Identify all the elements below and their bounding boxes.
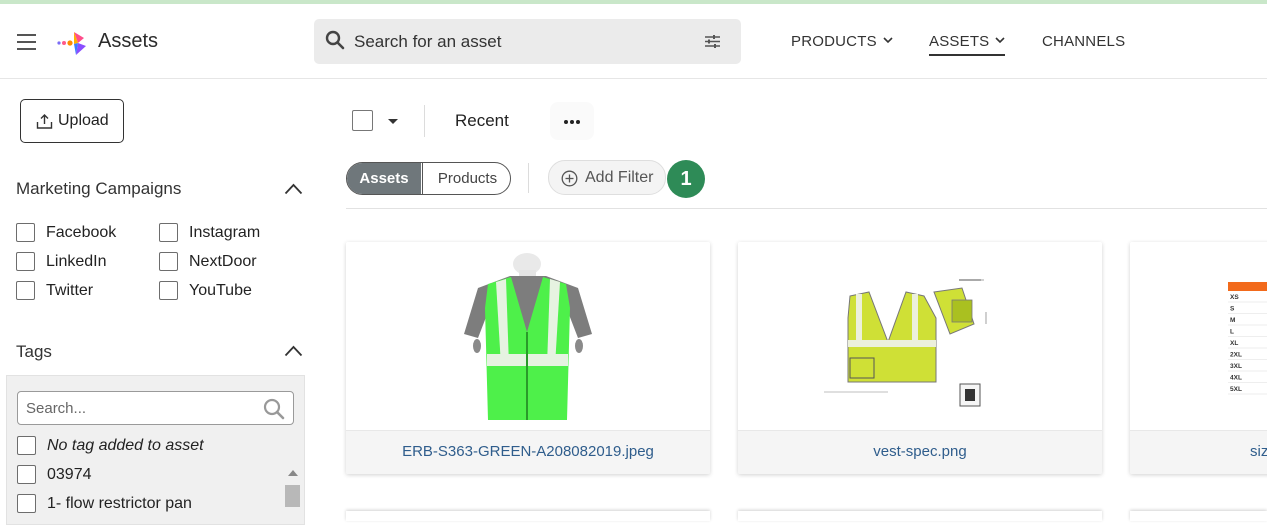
tag-search-input[interactable]: Search... [26, 400, 86, 417]
safety-vest-image [464, 253, 592, 420]
search-icon [263, 398, 285, 420]
checkbox[interactable] [159, 223, 178, 242]
nav-channels[interactable]: CHANNELS [1042, 33, 1125, 50]
view-toggle: Assets Products [346, 162, 511, 195]
tag-item[interactable]: No tag added to asset [17, 436, 204, 456]
campaign-label: Instagram [189, 224, 261, 241]
campaign-instagram[interactable]: Instagram [159, 223, 260, 243]
asset-card-next-row[interactable] [738, 511, 1102, 521]
asset-filename[interactable]: siz [1130, 430, 1267, 474]
size-label: XS [1230, 294, 1239, 301]
more-options-button[interactable] [550, 102, 594, 140]
size-label: S [1230, 306, 1235, 313]
checkbox[interactable] [16, 252, 35, 271]
tag-label: No tag added to asset [47, 437, 204, 454]
tags-scrollbar[interactable] [284, 465, 301, 517]
tag-search-field[interactable]: Search... [17, 391, 294, 425]
checkbox[interactable] [17, 465, 36, 484]
step-badge: 1 [667, 160, 705, 198]
checkbox[interactable] [159, 252, 178, 271]
nav-assets-label: ASSETS [929, 33, 990, 50]
plus-circle-icon [561, 170, 578, 187]
search-bar[interactable]: Search for an asset [314, 19, 741, 64]
toolbar-divider [528, 163, 529, 193]
dot [576, 120, 580, 124]
campaign-label: NextDoor [189, 253, 257, 270]
asset-thumbnail [346, 242, 710, 430]
upload-label: Upload [58, 112, 109, 129]
scroll-thumb[interactable] [285, 485, 300, 507]
filter-sliders-icon[interactable] [704, 33, 721, 50]
asset-card-next-row[interactable] [1130, 511, 1267, 521]
add-filter-label: Add Filter [585, 169, 654, 186]
campaign-youtube[interactable]: YouTube [159, 281, 252, 301]
nav-products-label: PRODUCTS [791, 33, 877, 50]
search-input[interactable]: Search for an asset [354, 32, 501, 52]
checkbox[interactable] [16, 281, 35, 300]
nav-channels-label: CHANNELS [1042, 33, 1126, 50]
checkbox[interactable] [17, 436, 36, 455]
checkbox[interactable] [16, 223, 35, 242]
tag-label: 1- flow restrictor pan [47, 495, 192, 512]
app-logo-icon [57, 32, 86, 55]
app-header: Assets Search for an asset PRODUCTS ASSE… [0, 4, 1267, 79]
campaign-nextdoor[interactable]: NextDoor [159, 252, 257, 272]
campaign-facebook[interactable]: Facebook [16, 223, 116, 243]
select-dropdown-caret-icon[interactable] [388, 119, 398, 124]
search-icon [325, 30, 345, 50]
campaign-label: LinkedIn [46, 253, 107, 270]
size-label: 2XL [1230, 352, 1242, 359]
campaign-label: Facebook [46, 224, 117, 241]
dot [570, 120, 574, 124]
asset-filename[interactable]: vest-spec.png [738, 430, 1102, 474]
campaign-linkedin[interactable]: LinkedIn [16, 252, 107, 272]
asset-card[interactable]: ERB-S363-GREEN-A208082019.jpeg [346, 242, 710, 474]
size-label: XL [1230, 340, 1238, 347]
upload-icon [36, 114, 53, 129]
tag-item[interactable]: 03974 [17, 465, 92, 485]
nav-assets[interactable]: ASSETS [929, 33, 1006, 56]
select-all-checkbox[interactable] [352, 110, 373, 131]
tag-label: 03974 [47, 466, 92, 483]
chevron-down-icon [883, 37, 893, 44]
dot [564, 120, 568, 124]
checkbox[interactable] [159, 281, 178, 300]
toolbar-separator [346, 208, 1267, 209]
marketing-campaigns-title: Marketing Campaigns [16, 179, 182, 198]
app-title: Assets [98, 30, 159, 52]
asset-card-next-row[interactable] [346, 511, 710, 521]
size-label: 4XL [1230, 375, 1242, 382]
checkbox[interactable] [17, 494, 36, 513]
asset-thumbnail: XS S M L XL 2XL 3XL 4XL 5XL [1130, 242, 1267, 430]
tags-title: Tags [16, 342, 52, 361]
toggle-products[interactable]: Products [422, 163, 510, 194]
chevron-up-icon[interactable] [284, 345, 303, 357]
vest-spec-image [824, 279, 987, 407]
menu-icon[interactable] [17, 34, 36, 50]
size-label: 5XL [1230, 386, 1242, 393]
toggle-assets[interactable]: Assets [347, 163, 421, 194]
tag-item[interactable]: 1- flow restrictor pan [17, 494, 192, 514]
asset-thumbnail [738, 242, 1102, 430]
size-label: 3XL [1230, 363, 1242, 370]
asset-card[interactable]: XS S M L XL 2XL 3XL 4XL 5XL siz [1130, 242, 1267, 474]
nav-products[interactable]: PRODUCTS [791, 33, 893, 50]
size-label: M [1230, 317, 1235, 324]
toolbar-divider [424, 105, 425, 137]
campaign-twitter[interactable]: Twitter [16, 281, 93, 301]
size-chart-image: XS SML XL 2XL 3XL 4XL 5XL [1228, 282, 1267, 395]
size-label: L [1230, 329, 1234, 336]
asset-card[interactable]: vest-spec.png [738, 242, 1102, 474]
recent-sort-button[interactable]: Recent [455, 111, 509, 131]
chevron-down-icon [995, 37, 1005, 44]
chevron-up-icon[interactable] [284, 183, 303, 195]
add-filter-button[interactable]: Add Filter [548, 160, 666, 195]
asset-filename[interactable]: ERB-S363-GREEN-A208082019.jpeg [346, 430, 710, 474]
scroll-up-arrow-icon[interactable] [288, 470, 298, 476]
campaign-label: Twitter [46, 282, 94, 299]
campaign-label: YouTube [189, 282, 252, 299]
upload-button[interactable]: Upload [20, 99, 124, 143]
